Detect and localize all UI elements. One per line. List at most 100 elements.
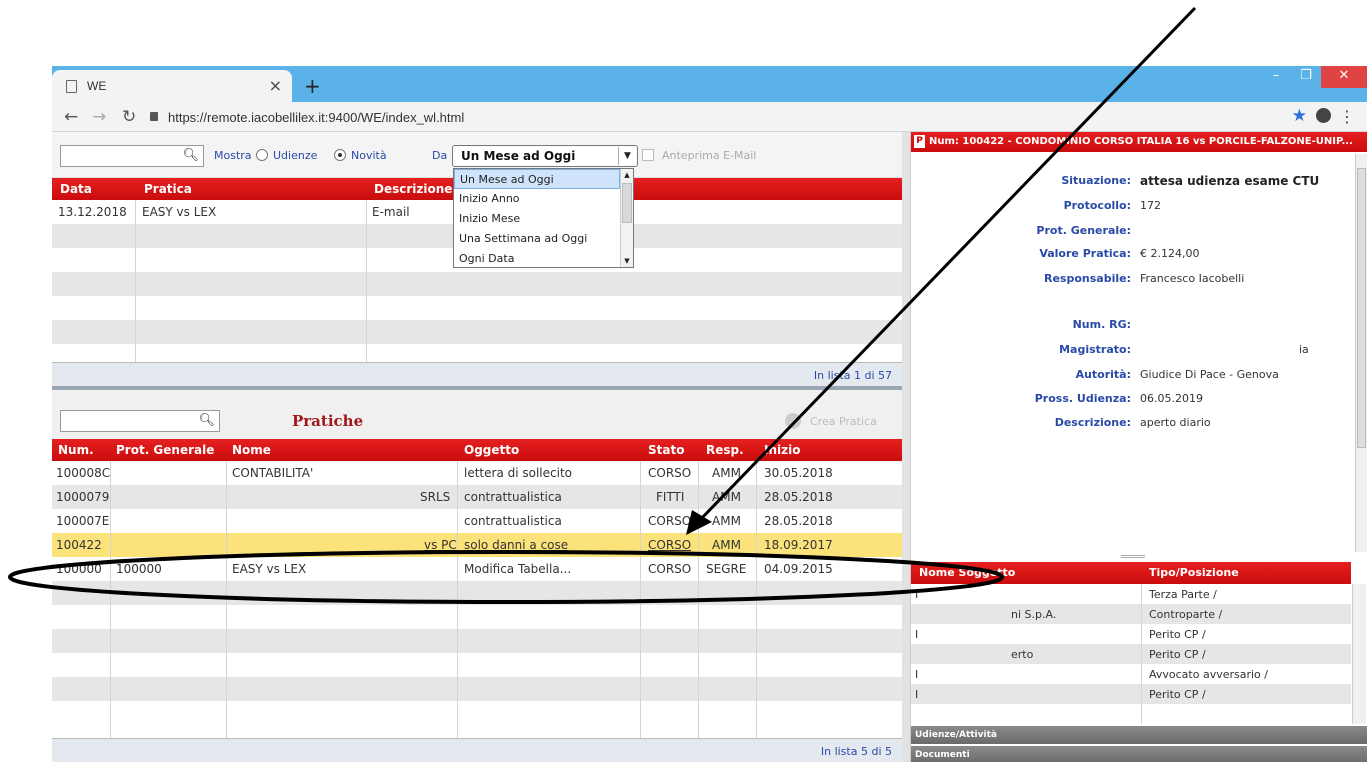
field-key: Descrizione: — [1054, 416, 1131, 429]
scroll-thumb[interactable] — [1357, 168, 1366, 448]
cell-resp: AMM — [712, 514, 741, 528]
period-option[interactable]: Una Settimana ad Oggi — [454, 229, 620, 249]
col-num[interactable]: Num. — [58, 443, 94, 457]
novita-radio[interactable] — [334, 149, 346, 161]
reload-icon[interactable]: ↻ — [122, 107, 136, 127]
chevron-down-icon[interactable]: ▼ — [618, 147, 636, 165]
accordion-documenti[interactable]: Documenti — [911, 746, 1367, 762]
pratiche-search-input[interactable]: 🔍︎ — [60, 410, 220, 432]
udienze-radio[interactable] — [256, 149, 268, 161]
table-row[interactable]: 100008C CONTABILITA' lettera di sollecit… — [52, 461, 902, 485]
field-value: 06.05.2019 — [1140, 392, 1203, 405]
cell-oggetto: solo danni a cose — [464, 538, 569, 552]
col-tipo-posizione[interactable]: Tipo/Posizione — [1149, 566, 1239, 579]
grid-line — [756, 461, 757, 738]
bookmark-star-icon[interactable]: ★ — [1292, 106, 1307, 126]
table-row — [52, 677, 902, 701]
list-item[interactable]: I Avvocato avversario / — [911, 664, 1351, 684]
list-item[interactable]: I Perito CP / — [911, 624, 1351, 644]
table-row[interactable]: 100000 100000 EASY vs LEX Modifica Tabel… — [52, 557, 902, 581]
cell-stato: CORSO — [648, 514, 692, 528]
subject-type: Perito CP / — [1149, 648, 1206, 661]
document-icon — [66, 79, 77, 93]
period-option[interactable]: Un Mese ad Oggi — [454, 169, 620, 189]
period-option[interactable]: Inizio Anno — [454, 189, 620, 209]
subjects-scrollbar[interactable] — [1352, 584, 1366, 724]
period-option[interactable]: Ogni Data — [454, 249, 620, 269]
table-row-selected[interactable]: 100422 vs PC solo danni a cose CORSO AMM… — [52, 533, 902, 557]
cell-resp: SEGRE — [706, 562, 747, 576]
col-descrizione[interactable]: Descrizione — [374, 182, 452, 196]
scroll-down-icon[interactable]: ▼ — [621, 255, 633, 267]
close-tab-icon[interactable]: × — [269, 76, 282, 95]
subjects-body: I Terza Parte / ni S.p.A. Controparte / I P… — [911, 584, 1351, 724]
cell-stato: CORSO — [648, 466, 692, 480]
table-row — [52, 629, 902, 653]
da-label: Da — [432, 149, 448, 162]
list-item[interactable]: ni S.p.A. Controparte / — [911, 604, 1351, 624]
field-value: € 2.124,00 — [1140, 247, 1200, 260]
table-row[interactable]: 100007E contrattualistica CORSO AMM 28.0… — [52, 509, 902, 533]
table-row[interactable]: 1000079 SRLS contrattualistica FITTI AMM… — [52, 485, 902, 509]
period-select[interactable]: Un Mese ad Oggi ▼ — [452, 145, 638, 167]
col-nome[interactable]: Nome — [232, 443, 271, 457]
period-dropdown: Un Mese ad Oggi Inizio Anno Inizio Mese … — [453, 168, 634, 268]
field-key: Responsabile: — [1044, 272, 1131, 285]
accordion-udienze[interactable]: Udienze/Attività — [911, 726, 1367, 744]
horizontal-splitter[interactable] — [52, 386, 902, 390]
period-option[interactable]: Inizio Mese — [454, 209, 620, 229]
url-field[interactable]: https://remote.iacobellilex.it:9400/WE/i… — [168, 110, 464, 125]
list-item[interactable]: I Perito CP / — [911, 684, 1351, 704]
back-icon[interactable]: ← — [64, 107, 78, 127]
news-footer: In lista 1 di 57 — [52, 362, 902, 386]
table-row — [52, 653, 902, 677]
subject-type: Controparte / — [1149, 608, 1223, 621]
new-tab-icon[interactable]: + — [304, 74, 321, 98]
col-inizio[interactable]: Inizio — [764, 443, 800, 457]
col-stato[interactable]: Stato — [648, 443, 684, 457]
scroll-up-icon[interactable]: ▲ — [621, 169, 633, 181]
col-nome-soggetto[interactable]: Nome Soggetto — [919, 566, 1015, 579]
anteprima-checkbox[interactable] — [642, 149, 654, 161]
search-icon[interactable]: 🔍︎ — [182, 148, 199, 163]
forward-icon[interactable]: → — [92, 107, 106, 127]
pratiche-grid-body: 100008C CONTABILITA' lettera di sollecit… — [52, 461, 902, 738]
dropdown-scrollbar[interactable]: ▲ ▼ — [620, 169, 633, 267]
pratiche-count: In lista 5 di 5 — [820, 745, 892, 758]
minimize-icon[interactable]: – — [1261, 66, 1291, 88]
novita-label: Novità — [351, 149, 387, 162]
close-window-icon[interactable]: ✕ — [1321, 66, 1367, 88]
table-row — [52, 320, 902, 344]
address-bar: ← → ↻ https://remote.iacobellilex.it:940… — [52, 102, 1367, 132]
table-row — [52, 581, 902, 605]
cell-pratica: EASY vs LEX — [142, 205, 217, 219]
list-item[interactable]: I Terza Parte / — [911, 584, 1351, 604]
add-icon[interactable] — [785, 413, 801, 429]
col-data[interactable]: Data — [60, 182, 92, 196]
table-row — [52, 605, 902, 629]
menu-icon[interactable]: ⋮ — [1339, 107, 1355, 126]
col-oggetto[interactable]: Oggetto — [464, 443, 519, 457]
detail-title: P Num: 100422 - CONDOMINIO CORSO ITALIA … — [911, 132, 1367, 152]
news-search-input[interactable]: 🔍︎ — [60, 145, 204, 167]
browser-tab[interactable]: WE × — [52, 70, 292, 102]
grid-line — [1141, 584, 1142, 724]
detail-splitter-handle[interactable] — [1121, 555, 1145, 558]
vertical-splitter[interactable] — [902, 132, 910, 762]
crea-pratica-button[interactable]: Crea Pratica — [810, 415, 877, 428]
field-key: Valore Pratica: — [1039, 247, 1131, 260]
col-prot-generale[interactable]: Prot. Generale — [116, 443, 214, 457]
field-key: Num. RG: — [1072, 318, 1131, 331]
cell-data: 13.12.2018 — [58, 205, 127, 219]
field-key: Situazione: — [1061, 174, 1131, 187]
maximize-icon[interactable]: ❐ — [1291, 66, 1321, 88]
col-pratica[interactable]: Pratica — [144, 182, 192, 196]
col-resp[interactable]: Resp. — [706, 443, 744, 457]
detail-scrollbar[interactable] — [1355, 154, 1367, 552]
search-icon[interactable]: 🔍︎ — [198, 413, 215, 428]
field-value: aperto diario — [1140, 416, 1211, 429]
scroll-thumb[interactable] — [622, 183, 632, 223]
pratiche-title: Pratiche — [292, 412, 364, 430]
list-item[interactable]: erto Perito CP / — [911, 644, 1351, 664]
account-icon[interactable] — [1316, 108, 1331, 123]
